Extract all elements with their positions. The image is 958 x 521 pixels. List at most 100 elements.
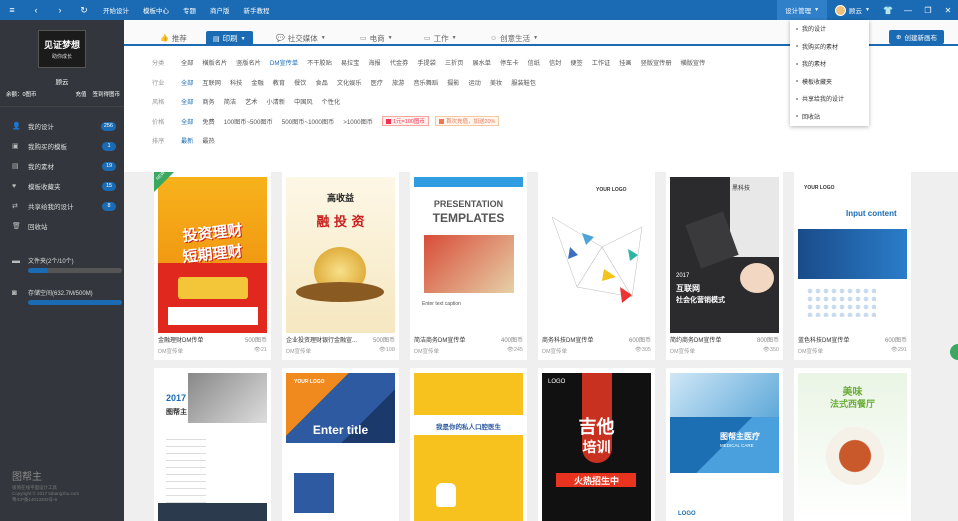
- filter-option[interactable]: 不干胶贴: [307, 58, 332, 67]
- filter-option[interactable]: 美妆: [490, 78, 502, 87]
- filter-option[interactable]: 科技: [230, 78, 242, 87]
- tab-social-media[interactable]: 💬 社交媒体 ▼: [276, 30, 326, 46]
- filter-option[interactable]: 服装鞋包: [511, 78, 536, 87]
- filter-option[interactable]: 挂画: [619, 58, 631, 67]
- filter-option[interactable]: 信封: [549, 58, 561, 67]
- filter-option[interactable]: DM宣传单: [270, 58, 298, 67]
- recharge-link[interactable]: 充值: [75, 90, 86, 98]
- sidebar-item-my-designs[interactable]: 👤 我的设计 256: [0, 116, 124, 136]
- template-card[interactable]: 2017 图帮主: [154, 368, 271, 521]
- filter-option[interactable]: 便签: [570, 58, 582, 67]
- template-card[interactable]: 图帮主医疗 MEDICAL CARE LOGO: [666, 368, 783, 521]
- template-card[interactable]: YOUR LOGO Enter title: [282, 368, 399, 521]
- nav-tutorial[interactable]: 新手教程: [237, 5, 277, 15]
- filter-option[interactable]: 运动: [468, 78, 480, 87]
- menu-icon[interactable]: ≡: [0, 0, 24, 20]
- design-manage-button[interactable]: 设计管理 ▼: [777, 0, 828, 20]
- filter-option[interactable]: 文化娱乐: [337, 78, 362, 87]
- filter-option[interactable]: 横版名片: [202, 58, 227, 67]
- filter-option[interactable]: 最热: [202, 136, 214, 145]
- filter-option[interactable]: 停车卡: [500, 58, 519, 67]
- shirt-icon[interactable]: 👕: [878, 6, 898, 15]
- filter-option[interactable]: 全部: [181, 78, 193, 87]
- template-card[interactable]: LOGO 吉他 培训 火热招生中: [538, 368, 655, 521]
- filter-label: 分类: [152, 60, 165, 68]
- nav-template-center[interactable]: 模板中心: [136, 5, 176, 15]
- filter-option[interactable]: 小清新: [267, 97, 286, 106]
- filter-option[interactable]: 手提袋: [417, 58, 436, 67]
- filter-option[interactable]: 全部: [181, 97, 193, 106]
- filter-option[interactable]: 教育: [273, 78, 285, 87]
- tab-recommend[interactable]: 👍 推荐: [160, 30, 187, 46]
- template-card[interactable]: YOUR LOGO 商务科技DM宣传单 600图币 DM宣传单 👁 305: [538, 172, 655, 360]
- filter-option[interactable]: 500图币~1000图币: [282, 117, 334, 126]
- sidebar-item-purchased[interactable]: ▣ 我购买的模板 1: [0, 136, 124, 156]
- avatar-image[interactable]: 见证梦想 助你成长: [38, 30, 86, 68]
- filter-option[interactable]: 三折页: [445, 58, 464, 67]
- minimize-icon[interactable]: —: [898, 6, 918, 15]
- dropdown-item-trash[interactable]: 回收站: [790, 108, 869, 126]
- filter-option[interactable]: 旅游: [392, 78, 404, 87]
- template-card[interactable]: YOUR LOGO Input content 蓝色科技DM宣传单 600图币 D…: [794, 172, 911, 360]
- user-menu[interactable]: 顾云 ▼: [827, 4, 878, 16]
- nav-merchant[interactable]: 商户版: [203, 5, 237, 15]
- filter-option[interactable]: 竖版宣传册: [641, 58, 672, 67]
- filter-option[interactable]: 音乐舞蹈: [413, 78, 438, 87]
- forward-icon[interactable]: ›: [48, 0, 72, 20]
- filter-option[interactable]: 全部: [181, 117, 193, 126]
- refresh-icon[interactable]: ↻: [72, 0, 96, 20]
- dropdown-item-purchased[interactable]: 我购买的素材: [790, 38, 869, 56]
- filter-option[interactable]: 艺术: [245, 97, 257, 106]
- dropdown-item-my-assets[interactable]: 我的素材: [790, 55, 869, 73]
- maximize-icon[interactable]: ❐: [918, 6, 938, 15]
- create-canvas-button[interactable]: ⊕ 创建新画布: [889, 30, 944, 44]
- back-icon[interactable]: ‹: [24, 0, 48, 20]
- filter-option[interactable]: 易拉宝: [341, 58, 360, 67]
- filter-option[interactable]: 工作证: [592, 58, 611, 67]
- filter-option[interactable]: 全部: [181, 58, 193, 67]
- filter-option[interactable]: 代金券: [390, 58, 409, 67]
- filter-option[interactable]: 免费: [202, 117, 214, 126]
- sidebar-item-favorites[interactable]: ♥ 模板收藏夹 15: [0, 176, 124, 196]
- sidebar-item-shared[interactable]: ⇄ 共享给我的设计 8: [0, 196, 124, 216]
- template-card[interactable]: 黑科技 2017 互联网 社会化营销模式 简约商务DM宣传单 800图币 DM宣传…: [666, 172, 783, 360]
- filter-option[interactable]: 医疗: [371, 78, 383, 87]
- filter-option[interactable]: 展水单: [472, 58, 491, 67]
- dropdown-item-my-designs[interactable]: 我的设计: [790, 20, 869, 38]
- template-card[interactable]: 高收益 融 投 资 企业投资理财银行金融宣... 500图币 DM宣传单 👁 108: [282, 172, 399, 360]
- dropdown-item-shared[interactable]: 共享给我的设计: [790, 90, 869, 108]
- nav-start-design[interactable]: 开始设计: [96, 5, 136, 15]
- filter-option[interactable]: 个性化: [322, 97, 341, 106]
- filter-option[interactable]: 简洁: [224, 97, 236, 106]
- nav-topics[interactable]: 专题: [176, 5, 203, 15]
- checkin-link[interactable]: 签到得图币: [92, 90, 120, 98]
- filter-option[interactable]: 100图币~500图币: [224, 117, 273, 126]
- filter-option[interactable]: 商务: [202, 97, 214, 106]
- filter-option[interactable]: 餐饮: [294, 78, 306, 87]
- template-card[interactable]: NEW 投资理财 短期理财 金融理财DM传单 500图币 DM宣传单 👁 21: [154, 170, 271, 360]
- filter-option[interactable]: 互联网: [202, 78, 221, 87]
- filter-option[interactable]: 金融: [251, 78, 263, 87]
- close-icon[interactable]: ✕: [938, 6, 958, 15]
- promo-badge[interactable]: 首次充值，加送20%: [434, 116, 500, 127]
- sidebar-item-my-assets[interactable]: ▤ 我的素材 19: [0, 156, 124, 176]
- promo-badge[interactable]: 1元=100图币: [381, 116, 429, 127]
- filter-option[interactable]: 摄影: [447, 78, 459, 87]
- filter-option[interactable]: 竖版名片: [236, 58, 261, 67]
- filter-option[interactable]: 海报: [368, 58, 380, 67]
- tab-creative-life[interactable]: ☺ 创意生活 ▼: [490, 30, 538, 46]
- tab-ecommerce[interactable]: ▭ 电商 ▼: [360, 30, 393, 46]
- dropdown-item-favorites[interactable]: 模板收藏夹: [790, 73, 869, 91]
- template-card[interactable]: 我是你的私人口腔医生: [410, 368, 527, 521]
- filter-option[interactable]: >1000图币: [343, 117, 373, 126]
- filter-option[interactable]: 横版宣传: [681, 58, 706, 67]
- template-card[interactable]: 美味 法式西餐厅: [794, 368, 911, 521]
- filter-option[interactable]: 信纸: [528, 58, 540, 67]
- sidebar-item-trash[interactable]: 🗑 回收站: [0, 216, 124, 236]
- filter-option[interactable]: 最新: [181, 136, 193, 145]
- filter-option[interactable]: 中国风: [294, 97, 313, 106]
- template-card[interactable]: PRESENTATION TEMPLATES Enter text captio…: [410, 172, 527, 360]
- tab-print[interactable]: ▤ 印刷 ▼: [206, 31, 253, 46]
- tab-work[interactable]: ▭ 工作 ▼: [424, 30, 457, 46]
- filter-option[interactable]: 食品: [315, 78, 327, 87]
